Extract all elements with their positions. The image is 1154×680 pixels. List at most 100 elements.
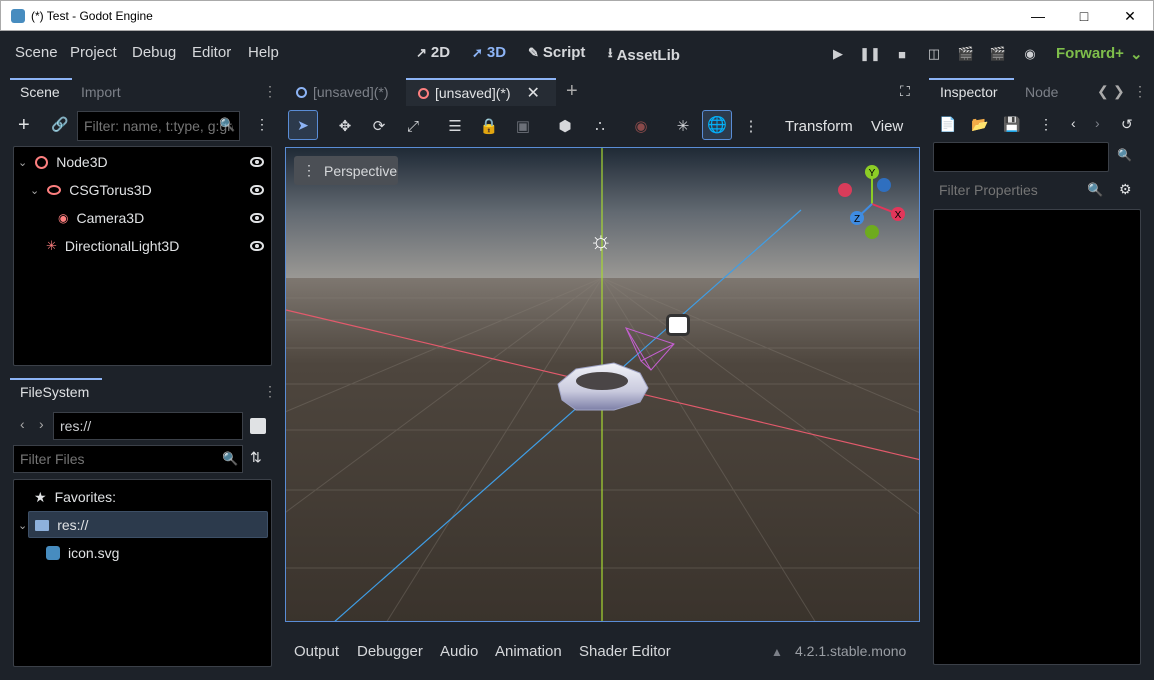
sun-preview-icon[interactable]: ✳ <box>673 116 693 136</box>
mode-2d-button[interactable]: ↗ 2D <box>416 44 450 61</box>
history-forward-icon[interactable]: › <box>1095 115 1100 131</box>
menu-debug[interactable]: Debug <box>132 44 176 61</box>
minimize-button[interactable]: — <box>1015 1 1061 31</box>
stop-button[interactable]: ■ <box>894 46 910 62</box>
object-selector[interactable] <box>933 142 1109 172</box>
renderer-select[interactable]: Forward+ ⌄ <box>1056 45 1143 63</box>
menu-help[interactable]: Help <box>248 44 279 61</box>
visibility-eye-icon[interactable] <box>250 213 264 223</box>
menu-scene[interactable]: Scene <box>15 44 58 61</box>
tree-node-camera3d[interactable]: ◉ Camera3D <box>58 205 144 231</box>
tab-audio[interactable]: Audio <box>440 643 478 660</box>
scene-tab-2[interactable]: [unsaved](*) ✕ <box>406 78 556 106</box>
dock-menu-icon[interactable]: ⋮ <box>263 383 277 400</box>
filter-properties-input[interactable] <box>933 176 1109 204</box>
visibility-eye-icon[interactable] <box>250 157 264 167</box>
mode-3d-button[interactable]: ➚ 3D <box>472 44 506 61</box>
play-custom-scene-button[interactable]: 🎬 <box>990 46 1006 62</box>
remote-debug-button[interactable]: ◫ <box>926 46 942 62</box>
files-filter-input[interactable] <box>13 445 243 473</box>
update-spinner-icon[interactable]: ▲ <box>771 645 783 659</box>
version-label[interactable]: 4.2.1.stable.mono <box>795 643 906 659</box>
pause-button[interactable]: ❚❚ <box>859 46 881 62</box>
menu-project[interactable]: Project <box>70 44 117 61</box>
back-icon[interactable]: ‹ <box>20 416 25 432</box>
open-folder-icon[interactable]: 📂 <box>971 116 988 133</box>
chevron-down-icon[interactable]: ⌄ <box>18 156 27 169</box>
dock-menu-icon[interactable]: ⋮ <box>1133 83 1147 100</box>
add-node-button[interactable]: + <box>18 114 30 137</box>
tab-output[interactable]: Output <box>294 643 339 660</box>
favorites-item[interactable]: ★ Favorites: <box>34 484 116 510</box>
move-tool-icon[interactable]: ✥ <box>335 116 355 136</box>
mode-assetlib-button[interactable]: ⭳ AssetLib <box>608 44 680 66</box>
ground-plane <box>286 278 919 621</box>
mode-script-button[interactable]: ✎ Script <box>528 44 585 61</box>
tree-node-csgtorus3d[interactable]: ⌄ CSGTorus3D <box>30 177 152 203</box>
tree-node-directionallight3d[interactable]: ✳ DirectionalLight3D <box>46 233 179 259</box>
tab-inspector[interactable]: Inspector <box>940 84 998 100</box>
menu-editor[interactable]: Editor <box>192 44 231 61</box>
camera-gizmo-icon[interactable] <box>666 314 690 336</box>
scroll-right-icon[interactable]: ❯ <box>1113 83 1125 100</box>
visibility-eye-icon[interactable] <box>250 185 264 195</box>
tab-shader-editor[interactable]: Shader Editor <box>579 643 671 660</box>
tab-debugger[interactable]: Debugger <box>357 643 423 660</box>
scale-tool-icon[interactable]: ⤢ <box>403 116 423 136</box>
select-tool-button[interactable]: ➤ <box>288 110 318 140</box>
godot-logo-icon <box>11 9 25 23</box>
environment-preview-button[interactable]: 🌐 <box>702 110 732 140</box>
visibility-eye-icon[interactable] <box>250 241 264 251</box>
close-window-button[interactable]: ✕ <box>1107 1 1153 31</box>
tab-filesystem[interactable]: FileSystem <box>20 384 89 400</box>
resource-options-icon[interactable]: ⋮ <box>1039 116 1053 133</box>
link-icon[interactable]: 🔗 <box>51 116 68 133</box>
snap-icon[interactable]: ∴ <box>590 116 610 136</box>
environment-options-icon[interactable]: ⋮ <box>741 116 761 136</box>
scroll-left-icon[interactable]: ❮ <box>1097 83 1109 100</box>
chevron-down-icon[interactable]: ⌄ <box>18 519 27 532</box>
tree-node-node3d[interactable]: ⌄ Node3D <box>18 149 108 175</box>
path-input[interactable] <box>53 412 243 440</box>
add-tab-icon[interactable]: + <box>566 80 578 103</box>
folder-item-res[interactable]: ⌄ res:// <box>18 512 88 538</box>
lock-icon[interactable]: 🔒 <box>479 116 499 136</box>
sort-icon[interactable]: ⇅ <box>250 449 262 466</box>
movie-maker-button[interactable]: ◉ <box>1022 46 1038 62</box>
distraction-free-icon[interactable]: ⛶ <box>900 83 910 100</box>
rotate-tool-icon[interactable]: ⟳ <box>369 116 389 136</box>
play-scene-button[interactable]: 🎬 <box>958 46 974 62</box>
tab-animation[interactable]: Animation <box>495 643 562 660</box>
3d-viewport[interactable]: ☼ ⋮ Perspective Y X Z <box>285 147 920 622</box>
save-icon[interactable]: 💾 <box>1003 116 1020 133</box>
list-select-icon[interactable]: ☰ <box>445 116 465 136</box>
play-button[interactable]: ▶ <box>830 46 846 62</box>
perspective-menu[interactable]: ⋮ Perspective <box>294 156 398 185</box>
chevron-down-icon[interactable]: ⌄ <box>30 184 39 197</box>
tab-import[interactable]: Import <box>81 84 121 100</box>
tab-scene[interactable]: Scene <box>20 84 60 100</box>
local-space-icon[interactable]: ⬢ <box>555 116 575 136</box>
tab-node[interactable]: Node <box>1025 84 1058 100</box>
file-item-icon-svg[interactable]: icon.svg <box>46 540 119 566</box>
view-menu[interactable]: View <box>871 118 903 135</box>
group-icon[interactable]: ▣ <box>513 116 533 136</box>
maximize-button[interactable]: □ <box>1061 1 1107 31</box>
doc-icon[interactable]: 🔍 <box>1117 148 1132 162</box>
history-icon[interactable]: ↺ <box>1121 116 1133 133</box>
camera-preview-icon[interactable]: ◉ <box>631 116 651 136</box>
close-tab-icon[interactable]: ✕ <box>526 83 539 103</box>
new-resource-icon[interactable]: 📄 <box>939 116 956 133</box>
view-gizmo[interactable]: Y X Z <box>832 162 912 242</box>
dock-menu-icon[interactable]: ⋮ <box>263 83 277 100</box>
split-mode-icon[interactable] <box>250 418 266 434</box>
history-back-icon[interactable]: ‹ <box>1071 115 1076 131</box>
transform-menu[interactable]: Transform <box>785 118 853 135</box>
scene-options-icon[interactable]: ⋮ <box>255 116 269 133</box>
property-options-icon[interactable]: ⚙ <box>1119 181 1132 198</box>
perspective-label: Perspective <box>324 162 398 179</box>
forward-icon[interactable]: › <box>39 416 44 432</box>
scene-filter-input[interactable] <box>77 111 240 141</box>
light-gizmo-icon[interactable]: ☼ <box>589 225 613 256</box>
scene-tab-1[interactable]: [unsaved](*) <box>284 78 402 106</box>
